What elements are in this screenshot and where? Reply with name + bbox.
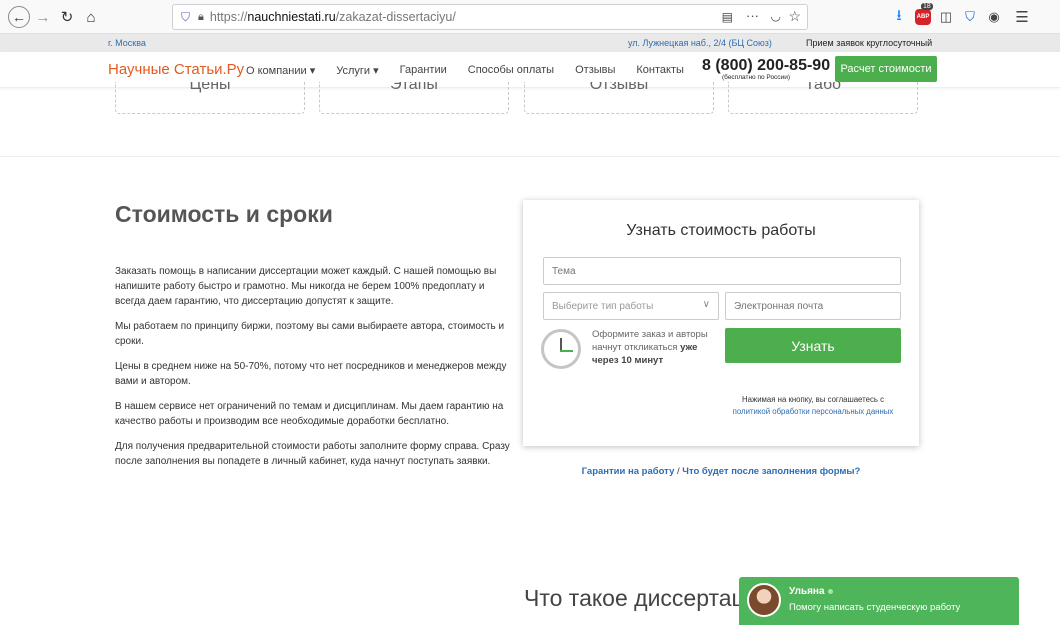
address-link[interactable]: ул. Лужнецкая наб., 2/4 (БЦ Союз) xyxy=(628,38,772,48)
working-hours: Прием заявок круглосуточный xyxy=(806,38,933,48)
tab-box-reviews[interactable]: Отзывы xyxy=(524,82,714,114)
guarantee-link[interactable]: Гарантии на работу xyxy=(582,466,675,477)
paragraph: В нашем сервисе нет ограничений по темам… xyxy=(115,401,504,427)
city-link[interactable]: г. Москва xyxy=(108,38,146,48)
paragraph: Для получения предварительной стоимости … xyxy=(115,441,510,467)
tab-box-label: Отзывы xyxy=(589,82,649,93)
adblock-icon[interactable]: ABP 18 xyxy=(914,3,933,26)
pocket-icon[interactable]: ◡ xyxy=(771,9,781,23)
paragraph: Заказать помощь в написании диссертации … xyxy=(115,266,497,307)
submit-button[interactable]: Узнать xyxy=(725,328,901,363)
after-form-link[interactable]: Что будет после заполнения формы? xyxy=(682,466,860,477)
paragraph: Мы работаем по принципу биржи, поэтому в… xyxy=(115,321,505,347)
tab-box-fourth[interactable]: Табо xyxy=(728,82,918,114)
address-bar[interactable]: ⛉ 🔒︎ https://nauchniestati.ru/zakazat-di… xyxy=(172,4,808,30)
browser-toolbar: ← → ↻ ⌂ ⛉ 🔒︎ https://nauchniestati.ru/za… xyxy=(0,0,1060,34)
tab-box-stages[interactable]: Этапы xyxy=(319,82,509,114)
account-icon[interactable]: ◉ xyxy=(985,8,1003,26)
tab-box-label: Этапы xyxy=(390,82,438,93)
url-path: /zakazat-dissertaciyu/ xyxy=(335,10,456,24)
email-input[interactable] xyxy=(725,292,901,320)
download-icon[interactable]: ⭳ xyxy=(890,7,908,26)
password-manager-icon[interactable]: ⛉ xyxy=(961,8,979,26)
calculate-cost-button[interactable]: Расчет стоимости xyxy=(835,56,937,82)
section-divider xyxy=(0,156,1060,157)
lock-icon[interactable]: 🔒︎ xyxy=(198,11,204,24)
site-info-bar: г. Москва ул. Лужнецкая наб., 2/4 (БЦ Со… xyxy=(0,34,1060,52)
hamburger-menu-icon[interactable]: ☰ xyxy=(1013,8,1031,26)
menu-item-contacts[interactable]: Контакты xyxy=(636,64,684,77)
topic-input[interactable] xyxy=(543,257,901,285)
price-request-form: Узнать стоимость работы Выберите тип раб… xyxy=(523,200,919,446)
chevron-down-icon: ∨ xyxy=(702,299,710,310)
operator-name: Ульяна xyxy=(789,586,833,597)
tab-box-label: Цены xyxy=(189,82,231,93)
home-icon[interactable]: ⌂ xyxy=(80,6,102,28)
adblock-badge: ABP xyxy=(915,9,931,25)
site-logo[interactable]: Научные Статьи.Ру xyxy=(108,61,244,78)
privacy-policy-link[interactable]: политикой обработки персональных данных xyxy=(733,407,894,416)
work-type-select[interactable]: Выберите тип работы ∨ xyxy=(543,292,719,320)
phone-note: (бесплатно по России) xyxy=(722,74,790,81)
avatar xyxy=(747,583,781,617)
reader-view-icon[interactable]: ▤ xyxy=(722,10,733,24)
sidebar-icon[interactable]: ◫ xyxy=(937,8,955,26)
menu-item-services[interactable]: Услуги ▾ xyxy=(336,64,378,77)
url-host: nauchniestati.ru xyxy=(247,10,336,24)
forward-icon[interactable]: → xyxy=(32,6,54,28)
work-type-placeholder: Выберите тип работы xyxy=(552,300,654,312)
tracking-shield-icon[interactable]: ⛉ xyxy=(181,10,190,25)
clock-icon xyxy=(541,329,581,369)
phone-number[interactable]: 8 (800) 200-85-90 xyxy=(702,57,830,75)
consent-note: Нажимая на кнопку, вы соглашаетесь с пол… xyxy=(725,394,901,418)
back-icon[interactable]: ← xyxy=(8,6,30,28)
url-scheme: https:// xyxy=(209,10,248,24)
next-section-title: Что такое диссертация xyxy=(524,585,771,611)
description-text: Заказать помощь в написании диссертации … xyxy=(115,264,515,479)
consent-text: Нажимая на кнопку, вы соглашаетесь с xyxy=(742,395,884,404)
chat-message: Помогу написать студенческую работу xyxy=(789,602,961,613)
menu-item-reviews[interactable]: Отзывы xyxy=(575,64,615,77)
guarantee-links: Гарантии на работу / Что будет после зап… xyxy=(523,466,919,477)
response-time-hint: Оформите заказ и авторы начнут откликать… xyxy=(592,328,718,367)
online-status-icon xyxy=(827,588,833,594)
form-title: Узнать стоимость работы xyxy=(626,222,816,239)
page-actions-icon[interactable]: ··· xyxy=(746,8,759,23)
tab-box-label: Табо xyxy=(804,82,841,93)
main-menu: О компании ▾ Услуги ▾ Гарантии Способы о… xyxy=(246,64,705,77)
menu-item-company[interactable]: О компании ▾ xyxy=(246,64,315,77)
adblock-count: 18 xyxy=(921,3,933,10)
paragraph: Цены в среднем ниже на 50-70%, потому чт… xyxy=(115,361,507,387)
menu-item-guarantees[interactable]: Гарантии xyxy=(400,64,447,77)
tab-box-prices[interactable]: Цены xyxy=(115,82,305,114)
reload-icon[interactable]: ↻ xyxy=(56,6,78,28)
link-separator: / xyxy=(677,466,680,477)
menu-item-payment[interactable]: Способы оплаты xyxy=(468,64,554,77)
chat-widget[interactable]: Ульяна Помогу написать студенческую рабо… xyxy=(739,577,1019,625)
section-title: Стоимость и сроки xyxy=(115,201,333,227)
bookmark-star-icon[interactable]: ☆ xyxy=(788,8,801,25)
